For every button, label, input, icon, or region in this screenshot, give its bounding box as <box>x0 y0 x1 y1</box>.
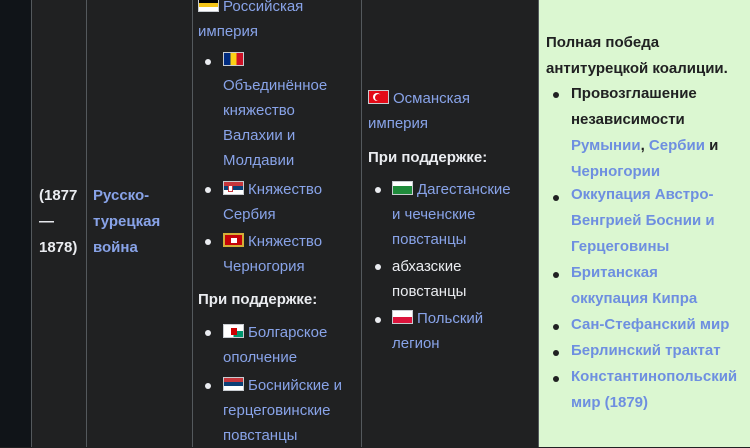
list-item-dagestan-rebels[interactable]: Дагестанские и чеченские повстанцы <box>392 177 511 252</box>
montenegro-flag-icon <box>223 233 244 247</box>
date-line-3: 1878) <box>39 239 78 256</box>
montenegro-label-2[interactable]: Черногория <box>223 258 305 275</box>
war-line-1[interactable]: Русско- <box>93 183 160 209</box>
bullet <box>553 92 559 98</box>
war-name-cell: Русско- турецкая война <box>86 0 192 447</box>
poland-flag-icon <box>392 310 413 324</box>
dagestan-label-2[interactable]: и чеченские <box>392 206 475 223</box>
date-line-2: — <box>39 213 54 230</box>
bullet <box>205 383 211 389</box>
bosnian-rebels-label-3[interactable]: повстанцы <box>223 427 297 444</box>
serbia-link[interactable]: Сербии <box>649 137 705 154</box>
bosnia-occupation-line-1[interactable]: Оккупация Австро- <box>571 186 713 203</box>
ottoman-flag-icon <box>368 90 389 104</box>
bullet <box>205 187 211 193</box>
montenegro-label-1[interactable]: Княжество <box>248 233 322 250</box>
bullet <box>553 376 559 382</box>
result-item-independence: Провозглашение независимости Румынии, Се… <box>571 81 750 185</box>
bullet <box>375 317 381 323</box>
wallachia-label-4[interactable]: Молдавии <box>223 152 294 169</box>
ottoman-label-2[interactable]: империя <box>368 115 428 132</box>
constantinople-line-2[interactable]: мир (1879) <box>571 394 648 411</box>
bullet <box>553 272 559 278</box>
abkhaz-label-1: абхазские <box>392 258 462 275</box>
san-stefano-label[interactable]: Сан-Стефанский мир <box>571 316 729 333</box>
bosnian-flag-icon <box>223 377 244 391</box>
table-row: (1877 — 1878) Русско- турецкая война Рос… <box>31 0 750 447</box>
list-item-bulgarian-militia[interactable]: Болгарское ополчение <box>223 320 327 370</box>
result-item-san-stefano[interactable]: Сан-Стефанский мир <box>571 312 750 338</box>
bosnia-occupation-line-3[interactable]: Герцеговины <box>571 238 669 255</box>
list-item-wallachia[interactable]: Объединённое княжество Валахии и Молдави… <box>223 48 327 173</box>
list-item-montenegro[interactable]: Княжество Черногория <box>223 229 322 279</box>
cyprus-line-2[interactable]: оккупация Кипра <box>571 290 697 307</box>
list-item-bosnian-rebels[interactable]: Боснийские и герцеговинские повстанцы <box>223 373 342 448</box>
bosnian-rebels-label-2[interactable]: герцеговинские <box>223 402 331 419</box>
dagestan-flag-icon <box>392 181 413 195</box>
belligerents-side2-cell: Османская империя При поддержке: Дагеста… <box>361 0 538 447</box>
result-item-berlin-treaty[interactable]: Берлинский трактат <box>571 338 750 364</box>
wallachia-flag-icon <box>223 52 244 66</box>
bullet <box>553 195 559 201</box>
constantinople-line-1[interactable]: Константинопольский <box>571 368 737 385</box>
serbia-label-1[interactable]: Княжество <box>248 181 322 198</box>
dagestan-label-1[interactable]: Дагестанские <box>417 181 511 198</box>
bulgarian-militia-flag-icon <box>223 324 244 338</box>
bosnian-rebels-label-1[interactable]: Боснийские и <box>248 377 342 394</box>
serbia-label-2[interactable]: Сербия <box>223 206 276 223</box>
montenegro-link[interactable]: Черногории <box>571 163 660 180</box>
russian-empire-link[interactable]: Российская империя <box>198 0 303 44</box>
wallachia-label-2[interactable]: княжество <box>223 102 295 119</box>
date-text: (1877 — 1878) <box>39 183 77 261</box>
abkhaz-label-2: повстанцы <box>392 283 467 300</box>
support-heading-side2: При поддержке: <box>368 149 488 166</box>
war-link[interactable]: Русско- турецкая война <box>93 183 160 261</box>
result-item-cyprus-occupation[interactable]: Британская оккупация Кипра <box>571 260 750 312</box>
ottoman-label-1[interactable]: Османская <box>393 90 470 107</box>
list-item-serbia[interactable]: Княжество Сербия <box>223 177 322 227</box>
berlin-treaty-label[interactable]: Берлинский трактат <box>571 342 721 359</box>
polish-legion-label-2[interactable]: легион <box>392 335 440 352</box>
ottoman-empire-link[interactable]: Османская империя <box>368 86 470 136</box>
result-title: Полная победа антитурецкой коалиции. <box>546 30 728 82</box>
bosnia-occupation-line-2[interactable]: Венгрией Боснии и <box>571 212 715 229</box>
romania-link[interactable]: Румынии <box>571 137 641 154</box>
bullet <box>205 330 211 336</box>
war-line-2[interactable]: турецкая <box>93 209 160 235</box>
bulgarian-militia-label-1[interactable]: Болгарское <box>248 324 327 341</box>
result-title-line-2: антитурецкой коалиции. <box>546 60 728 77</box>
polish-legion-label-1[interactable]: Польский <box>417 310 483 327</box>
russian-empire-label-1[interactable]: Российская <box>223 0 303 15</box>
wallachia-label-3[interactable]: Валахии и <box>223 127 295 144</box>
left-gutter <box>0 0 31 447</box>
war-line-3[interactable]: война <box>93 235 160 261</box>
result-cell: Полная победа антитурецкой коалиции. Про… <box>538 0 750 447</box>
russian-empire-label-2[interactable]: империя <box>198 23 258 40</box>
comma-text: , <box>640 137 645 154</box>
bullet <box>553 324 559 330</box>
bulgarian-militia-label-2[interactable]: ополчение <box>223 349 297 366</box>
independence-line-1: Провозглашение <box>571 85 697 102</box>
belligerents-side1-cell: Российская империя Объединённое княжеств… <box>192 0 361 447</box>
bullet <box>205 239 211 245</box>
date-cell: (1877 — 1878) <box>31 0 86 447</box>
dagestan-label-3[interactable]: повстанцы <box>392 231 466 248</box>
and-text: и <box>709 137 719 154</box>
bullet <box>205 59 211 65</box>
list-item-abkhaz-rebels: абхазские повстанцы <box>392 254 466 304</box>
result-title-line-1: Полная победа <box>546 34 660 51</box>
bullet <box>375 187 381 193</box>
serbia-flag-icon <box>223 181 244 195</box>
independence-line-2: независимости <box>571 111 685 128</box>
bullet <box>375 264 381 270</box>
result-item-constantinople-peace[interactable]: Константинопольский мир (1879) <box>571 364 750 416</box>
date-line-1: (1877 <box>39 187 78 204</box>
support-heading-side1: При поддержке: <box>198 291 318 308</box>
wallachia-label-1[interactable]: Объединённое <box>223 77 327 94</box>
russia-flag-icon <box>198 0 219 12</box>
list-item-polish-legion[interactable]: Польский легион <box>392 306 483 356</box>
bullet <box>553 350 559 356</box>
cyprus-line-1[interactable]: Британская <box>571 264 658 281</box>
result-item-bosnia-occupation[interactable]: Оккупация Австро- Венгрией Боснии и Герц… <box>571 182 750 260</box>
